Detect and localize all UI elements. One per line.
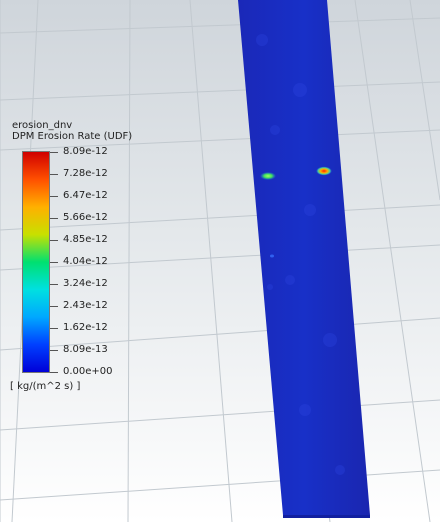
tick-label: 0.00e+00 xyxy=(63,366,113,377)
tick-label: 4.85e-12 xyxy=(63,234,108,245)
tick-label: 1.62e-12 xyxy=(63,322,108,333)
tick-label: 2.43e-12 xyxy=(63,300,108,311)
tick-mark xyxy=(50,262,58,263)
tick-label: 8.09e-13 xyxy=(63,344,108,355)
tick-mark xyxy=(50,240,58,241)
tick-mark xyxy=(50,328,58,329)
colorbar-legend: erosion_dnv DPM Erosion Rate (UDF) 8.09e… xyxy=(0,0,440,522)
tick-label: 7.28e-12 xyxy=(63,168,108,179)
tick-label: 4.04e-12 xyxy=(63,256,108,267)
tick-label: 6.47e-12 xyxy=(63,190,108,201)
tick-mark xyxy=(50,218,58,219)
tick-label: 3.24e-12 xyxy=(63,278,108,289)
tick-mark xyxy=(50,284,58,285)
tick-label: 5.66e-12 xyxy=(63,212,108,223)
legend-quantity-name: DPM Erosion Rate (UDF) xyxy=(12,131,133,142)
color-scale-bar xyxy=(22,151,50,373)
tick-mark xyxy=(50,196,58,197)
tick-mark xyxy=(50,152,58,153)
legend-units: [ kg/(m^2 s) ] xyxy=(10,381,81,392)
tick-mark xyxy=(50,372,58,373)
graphics-viewport[interactable]: erosion_dnv DPM Erosion Rate (UDF) 8.09e… xyxy=(0,0,440,522)
tick-label: 8.09e-12 xyxy=(63,146,108,157)
tick-mark xyxy=(50,306,58,307)
tick-mark xyxy=(50,350,58,351)
tick-mark xyxy=(50,174,58,175)
